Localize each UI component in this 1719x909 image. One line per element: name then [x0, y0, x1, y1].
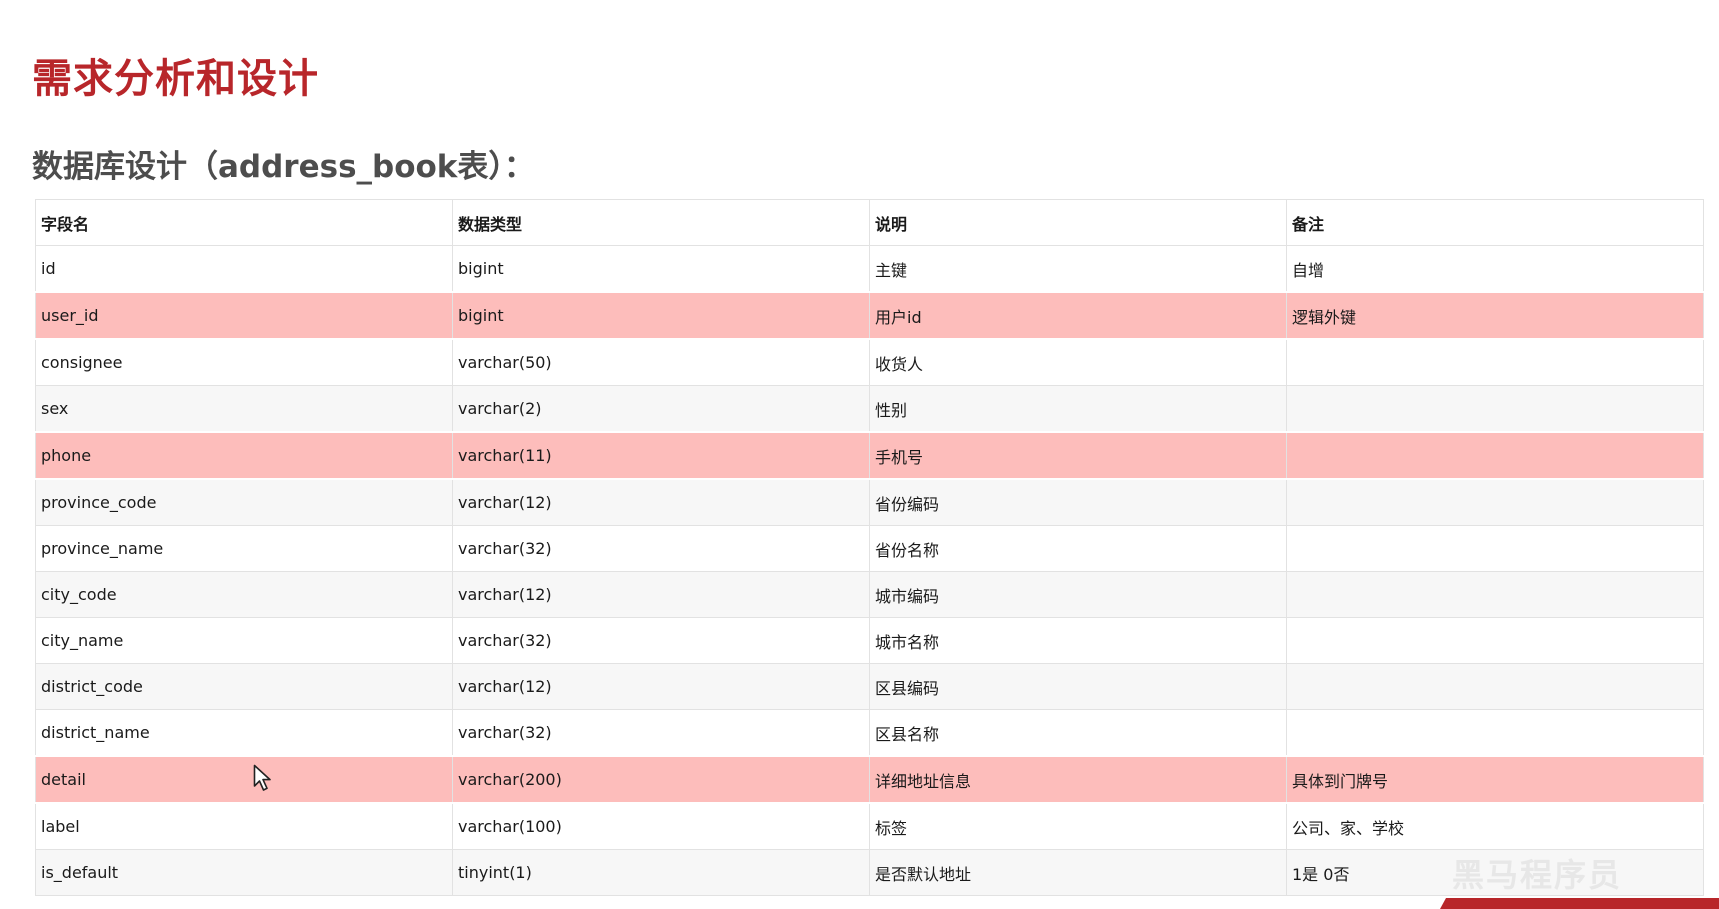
section-subtitle: 数据库设计（address_book表）：: [32, 148, 535, 185]
table-row: province_code varchar(12) 省份编码: [35, 478, 1704, 526]
cell-note: [1286, 709, 1704, 757]
header-description: 说明: [869, 199, 1287, 246]
cell-data-type: bigint: [452, 291, 870, 340]
cell-note: [1286, 663, 1704, 710]
cell-data-type: varchar(50): [452, 338, 870, 386]
cell-data-type: varchar(2): [452, 385, 870, 433]
cell-description: 标签: [869, 802, 1287, 850]
cell-note: [1286, 385, 1704, 433]
header-field-name: 字段名: [35, 199, 453, 246]
cell-description: 性别: [869, 385, 1287, 433]
table-row: label varchar(100) 标签 公司、家、学校: [35, 802, 1704, 850]
cell-field-name: city_name: [35, 617, 453, 664]
table-row: id bigint 主键 自增: [35, 245, 1704, 293]
cell-data-type: bigint: [452, 245, 870, 293]
cell-note: [1286, 617, 1704, 664]
cell-description: 主键: [869, 245, 1287, 293]
cell-field-name: phone: [35, 431, 453, 480]
table-row: consignee varchar(50) 收货人: [35, 338, 1704, 386]
cell-field-name: id: [35, 245, 453, 293]
cell-data-type: varchar(200): [452, 755, 870, 804]
address-book-schema-table: 字段名 数据类型 说明 备注 id bigint 主键 自增 user_id bigint…: [35, 199, 1704, 896]
cell-data-type: varchar(100): [452, 802, 870, 850]
cell-description: 用户id: [869, 291, 1287, 340]
table-row: province_name varchar(32) 省份名称: [35, 525, 1704, 572]
cell-note: 自增: [1286, 245, 1704, 293]
cell-data-type: varchar(12): [452, 663, 870, 710]
cell-description: 详细地址信息: [869, 755, 1287, 804]
table-row: city_name varchar(32) 城市名称: [35, 617, 1704, 664]
cell-description: 城市编码: [869, 571, 1287, 618]
cell-description: 是否默认地址: [869, 849, 1287, 896]
corner-decoration: [1440, 898, 1719, 909]
cell-note: 公司、家、学校: [1286, 802, 1704, 850]
cell-description: 省份名称: [869, 525, 1287, 572]
cell-field-name: province_code: [35, 478, 453, 526]
table-row: phone varchar(11) 手机号: [35, 431, 1704, 480]
table-header-row: 字段名 数据类型 说明 备注: [35, 199, 1704, 246]
cell-note: [1286, 525, 1704, 572]
cell-field-name: label: [35, 802, 453, 850]
cell-data-type: tinyint(1): [452, 849, 870, 896]
header-data-type: 数据类型: [452, 199, 870, 246]
cell-field-name: consignee: [35, 338, 453, 386]
cell-description: 手机号: [869, 431, 1287, 480]
cell-note: 具体到门牌号: [1286, 755, 1704, 804]
cell-data-type: varchar(12): [452, 478, 870, 526]
page-title: 需求分析和设计: [32, 55, 319, 102]
cell-field-name: district_name: [35, 709, 453, 757]
cell-description: 区县编码: [869, 663, 1287, 710]
cell-note: [1286, 478, 1704, 526]
watermark-logo: 黑马程序员: [1452, 856, 1623, 894]
cell-data-type: varchar(12): [452, 571, 870, 618]
table-row: detail varchar(200) 详细地址信息 具体到门牌号: [35, 755, 1704, 804]
cell-data-type: varchar(32): [452, 525, 870, 572]
cell-description: 省份编码: [869, 478, 1287, 526]
table-body: id bigint 主键 自增 user_id bigint 用户id 逻辑外键 consign…: [35, 245, 1704, 896]
cell-description: 城市名称: [869, 617, 1287, 664]
cell-field-name: is_default: [35, 849, 453, 896]
mouse-pointer-icon: [253, 764, 271, 791]
header-note: 备注: [1286, 199, 1704, 246]
table-row: district_code varchar(12) 区县编码: [35, 663, 1704, 710]
cell-field-name: province_name: [35, 525, 453, 572]
table-row: city_code varchar(12) 城市编码: [35, 571, 1704, 618]
cell-data-type: varchar(32): [452, 709, 870, 757]
cell-note: [1286, 571, 1704, 618]
cell-field-name: district_code: [35, 663, 453, 710]
cell-note: [1286, 338, 1704, 386]
table-row: district_name varchar(32) 区县名称: [35, 709, 1704, 757]
cell-description: 收货人: [869, 338, 1287, 386]
cell-note: 逻辑外键: [1286, 291, 1704, 340]
cell-field-name: detail: [35, 755, 453, 804]
cell-data-type: varchar(32): [452, 617, 870, 664]
table-row: sex varchar(2) 性别: [35, 385, 1704, 433]
table-row: user_id bigint 用户id 逻辑外键: [35, 291, 1704, 340]
cell-data-type: varchar(11): [452, 431, 870, 480]
cell-field-name: user_id: [35, 291, 453, 340]
cell-note: [1286, 431, 1704, 480]
cell-field-name: sex: [35, 385, 453, 433]
cell-description: 区县名称: [869, 709, 1287, 757]
cell-field-name: city_code: [35, 571, 453, 618]
